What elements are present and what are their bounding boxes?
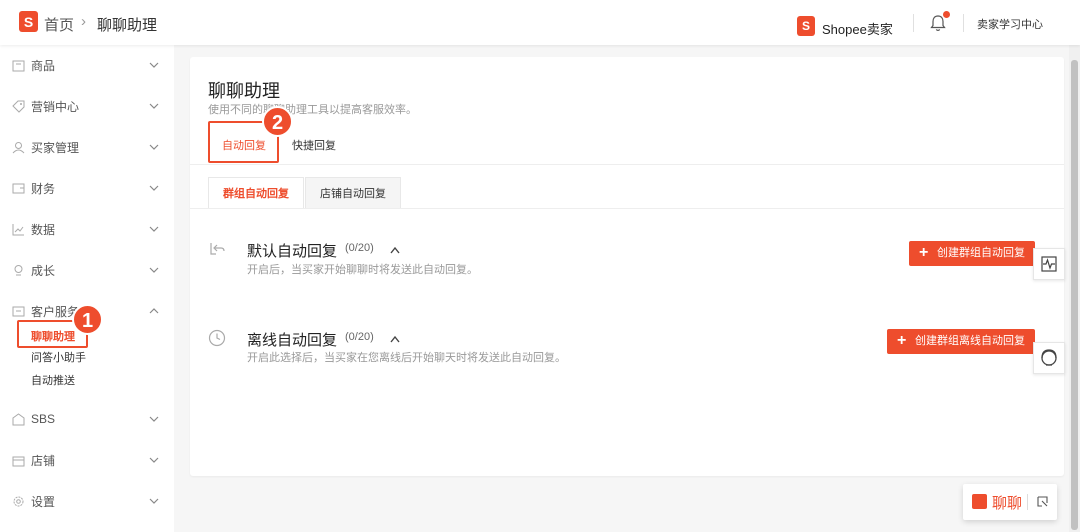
header-divider xyxy=(913,14,914,32)
shopee-logo-icon[interactable]: S xyxy=(19,11,38,32)
button-label: 创建群组自动回复 xyxy=(937,247,1025,259)
location-icon xyxy=(14,264,23,275)
sidebar-item-marketing[interactable]: 营销中心 xyxy=(0,94,174,118)
chat-widget-label: 聊聊 xyxy=(992,495,1023,512)
chevron-down-icon xyxy=(149,457,159,463)
sidebar-item-growth[interactable]: 成长 xyxy=(0,258,174,282)
chevron-down-icon xyxy=(149,185,159,191)
sidebar-item-label: 营销中心 xyxy=(31,99,80,114)
chevron-down-icon xyxy=(149,144,159,150)
caret-up-icon[interactable] xyxy=(390,246,400,254)
sidebar-item-data[interactable]: 数据 xyxy=(0,217,174,241)
offline-auto-reply-count: (0/20) xyxy=(345,331,374,343)
subtab-divider xyxy=(190,208,1064,209)
sidebar-subitem-qa-assistant[interactable]: 问答小助手 xyxy=(31,349,86,365)
breadcrumb-separator: › xyxy=(81,13,86,30)
plus-icon: + xyxy=(919,244,929,261)
headset-icon xyxy=(1041,349,1057,366)
chat-divider xyxy=(1027,494,1028,510)
offline-auto-reply-title: 离线自动回复 xyxy=(247,332,338,349)
sidebar-item-label: 成长 xyxy=(31,263,56,278)
header-divider xyxy=(963,14,964,32)
chart-line-icon xyxy=(12,223,24,235)
reply-icon xyxy=(210,243,225,255)
minimize-icon[interactable] xyxy=(1037,496,1048,507)
sidebar-item-finance[interactable]: 财务 xyxy=(0,176,174,200)
main-card: 聊聊助理 使用不同的聊聊助理工具以提高客服效率。 自动回复 2 快捷回复 群组自… xyxy=(190,57,1064,476)
chevron-up-icon xyxy=(149,308,159,314)
sidebar-item-label: 店铺 xyxy=(31,453,56,468)
sidebar-subitem-auto-push[interactable]: 自动推送 xyxy=(31,372,75,388)
sidebar-item-label: 商品 xyxy=(31,58,56,73)
tag-icon xyxy=(12,100,25,113)
page-title: 聊聊助理 xyxy=(208,81,280,101)
warehouse-icon xyxy=(12,412,25,425)
sidebar-item-shop[interactable]: 店铺 xyxy=(0,448,174,472)
chevron-down-icon xyxy=(149,226,159,232)
chevron-down-icon xyxy=(149,416,159,422)
sidebar-item-buyers[interactable]: 买家管理 xyxy=(0,135,174,159)
sidebar-item-label: 数据 xyxy=(31,222,56,237)
create-group-offline-auto-reply-button[interactable]: + 创建群组离线自动回复 xyxy=(887,329,1035,354)
caret-up-icon[interactable] xyxy=(390,335,400,343)
chat-icon xyxy=(972,494,987,509)
clock-icon xyxy=(208,329,226,347)
offline-auto-reply-desc: 开启此选择后，当买家在您离线后开始聊天时将发送此自动回复。 xyxy=(247,352,566,364)
sidebar: 商品 营销中心 买家管理 财务 数据 成长 客户服务 聊聊助理 1 问答小助手 … xyxy=(0,45,174,532)
sidebar-item-products[interactable]: 商品 xyxy=(0,53,174,77)
tab-quick-reply[interactable]: 快捷回复 xyxy=(292,137,336,153)
chevron-down-icon xyxy=(149,103,159,109)
sidebar-item-settings[interactable]: 设置 xyxy=(0,489,174,513)
chat-widget[interactable]: 聊聊 xyxy=(963,484,1057,520)
user-icon xyxy=(12,141,25,153)
plus-icon: + xyxy=(897,332,907,349)
default-auto-reply-count: (0/20) xyxy=(345,242,374,254)
sidebar-item-label: 买家管理 xyxy=(31,140,80,155)
sidebar-item-label: 设置 xyxy=(31,494,56,509)
activity-monitor-button[interactable] xyxy=(1033,248,1065,280)
top-bar: S 首页 › 聊聊助理 S Shopee卖家 卖家学习中心 xyxy=(0,0,1080,45)
scrollbar-thumb[interactable] xyxy=(1071,60,1078,530)
default-auto-reply-title: 默认自动回复 xyxy=(247,243,338,260)
shopee-seller-brand[interactable]: Shopee卖家 xyxy=(822,19,893,38)
wallet-icon xyxy=(12,183,25,193)
button-label: 创建群组离线自动回复 xyxy=(915,335,1025,347)
page-subtitle: 使用不同的聊聊助理工具以提高客服效率。 xyxy=(208,104,417,116)
default-auto-reply-desc: 开启后，当买家开始聊聊时将发送此自动回复。 xyxy=(247,264,478,276)
chevron-down-icon xyxy=(149,498,159,504)
pulse-icon xyxy=(1041,256,1057,272)
tab-divider xyxy=(190,164,1064,165)
shop-icon xyxy=(12,456,25,466)
chat-box-icon xyxy=(12,306,25,316)
breadcrumb-home[interactable]: 首页 xyxy=(44,14,74,35)
chevron-down-icon xyxy=(149,267,159,273)
notification-dot xyxy=(943,11,950,18)
gear-icon xyxy=(13,496,24,506)
sidebar-item-label: 财务 xyxy=(31,181,56,196)
breadcrumb-current: 聊聊助理 xyxy=(97,17,158,34)
subtab-group-auto-reply[interactable]: 群组自动回复 xyxy=(208,177,304,209)
create-group-auto-reply-button[interactable]: + 创建群组自动回复 xyxy=(909,241,1035,266)
subtab-shop-auto-reply[interactable]: 店铺自动回复 xyxy=(305,177,401,209)
sidebar-item-sbs[interactable]: SBS xyxy=(0,407,174,431)
seller-learning-center-link[interactable]: 卖家学习中心 xyxy=(977,16,1043,32)
step-badge-1: 1 xyxy=(72,304,103,335)
step-badge-2: 2 xyxy=(262,106,293,137)
product-icon xyxy=(12,60,25,71)
customer-support-button[interactable] xyxy=(1033,342,1065,374)
shopee-seller-logo-icon[interactable]: S xyxy=(797,16,815,36)
chevron-down-icon xyxy=(149,62,159,68)
sidebar-item-label: SBS xyxy=(31,412,56,426)
